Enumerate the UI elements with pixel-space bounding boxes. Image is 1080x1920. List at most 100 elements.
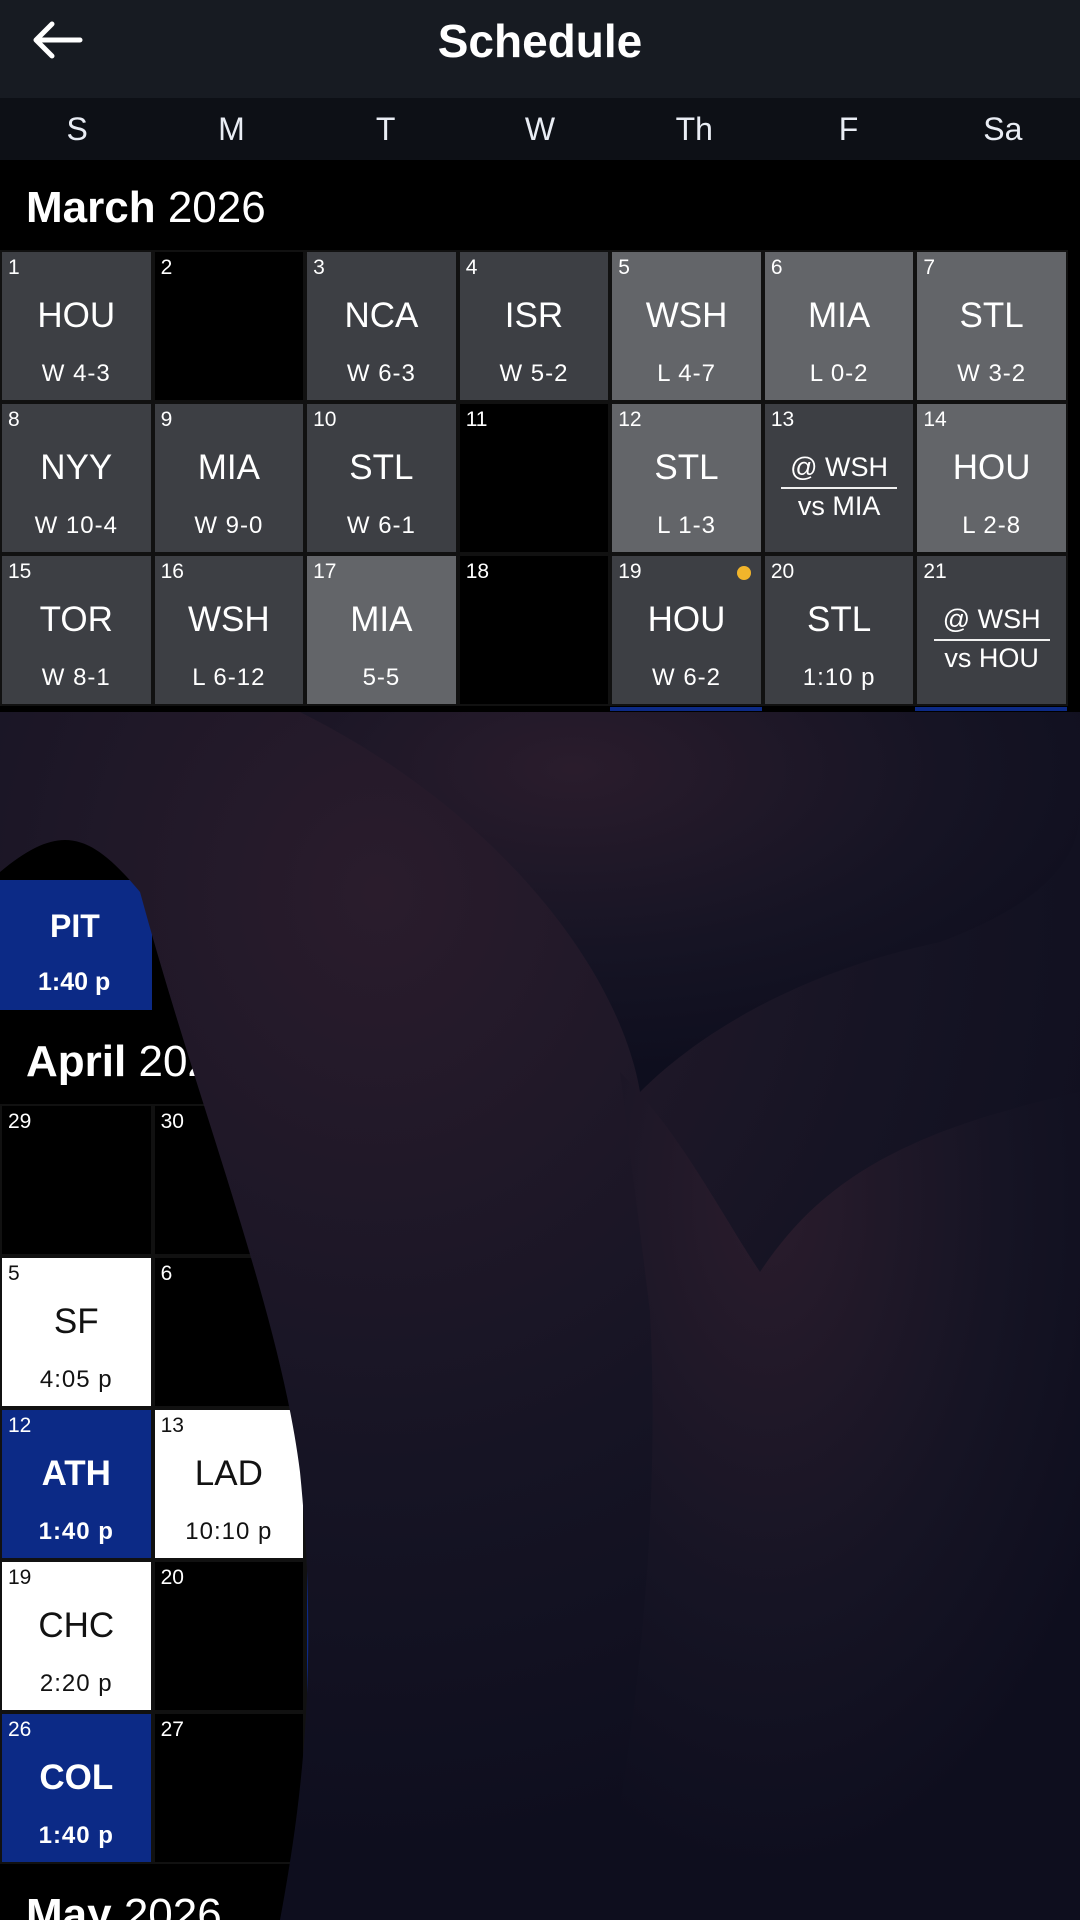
game-cell[interactable]: 17 MIA 5-5: [305, 554, 458, 706]
day-number: 20: [160, 1566, 184, 1589]
day-number: 2: [313, 1566, 325, 1589]
day-number: 11: [465, 408, 488, 431]
calendar-day-cell: [457, 1408, 611, 1560]
opponent-label: TOR: [39, 600, 113, 639]
game-cell[interactable]: 9 MIA W 9-0: [152, 402, 306, 554]
weekday-label: S: [66, 111, 88, 147]
doubleheader: @ WSH vs HOU: [917, 604, 1066, 674]
game-result: L 6-12: [192, 664, 266, 691]
game-cell[interactable]: 6 MIA L 0-2: [762, 250, 916, 402]
app-header: Schedule: [0, 0, 1080, 98]
game-cell[interactable]: 13 LAD 10:10 p: [152, 1408, 306, 1560]
doubleheader: @ WSH vs MIA: [765, 452, 914, 522]
calendar-day-cell: 30: [152, 1104, 306, 1256]
opponent-label: WSH: [188, 600, 270, 639]
opponent-label: SF: [664, 1150, 709, 1189]
game-cell[interactable]: 19 CHC 2:20 p: [0, 1560, 153, 1712]
calendar-day-cell: 6: [152, 1256, 306, 1408]
game-cell[interactable]: 3 SF: [762, 1104, 916, 1256]
game-result: W 9-0: [194, 512, 264, 539]
game-result: W 5-2: [499, 360, 569, 387]
month-year: 2026: [167, 183, 266, 232]
month-name: April: [26, 1037, 127, 1086]
game-cell[interactable]: 12 STL L 1-3: [610, 402, 763, 554]
weekday-label: Sa: [983, 111, 1023, 147]
game-cell[interactable]: 19 HOU W 6-2: [610, 554, 763, 706]
opponent-label: STL: [959, 296, 1024, 335]
calendar-day-cell: 11: [457, 402, 611, 554]
opponent-label: SF: [816, 1150, 862, 1189]
weekday-label: M: [218, 111, 245, 147]
game-cell[interactable]: 3 NCA W 6-3: [305, 250, 458, 402]
opponent-label: WSH: [645, 296, 728, 335]
opponent-label: NYY: [40, 448, 113, 487]
game-cell[interactable]: 13 @ WSH vs MIA: [762, 402, 916, 554]
day-number: 9: [160, 408, 173, 431]
calendar-day-cell: [915, 1712, 1068, 1864]
opponent-label: LAD: [194, 1454, 263, 1493]
day-number: 6: [770, 256, 783, 279]
game-cell[interactable]: 20 STL 1:10 p: [762, 554, 916, 706]
game-cell[interactable]: 5 SF 4:05 p: [0, 1256, 153, 1408]
game-cell[interactable]: 5 WSH L 4-7: [610, 250, 763, 402]
game-cell[interactable]: 4 ISR W 5-2: [457, 250, 611, 402]
game-cell[interactable]: AZ: [610, 1256, 763, 1408]
calendar-day-cell: [915, 1104, 1068, 1256]
game-cell[interactable]: SF 9:45 p: [610, 1104, 763, 1256]
day-number: 19: [618, 560, 642, 583]
day-number: 2: [160, 256, 173, 279]
game-result: W 6-3: [346, 360, 416, 387]
day-number: 28: [313, 1718, 337, 1741]
opponent-label: MIA: [350, 600, 413, 639]
game-cell[interactable]: 1 HOU W 4-3: [0, 250, 153, 402]
opponent-label: STL: [349, 448, 414, 487]
opponent-label: COL: [39, 1758, 114, 1797]
calendar-day-cell: [305, 1408, 458, 1560]
day-number: 20: [770, 560, 795, 583]
opponent-label: HOU: [647, 600, 726, 639]
weekday-label: F: [838, 111, 859, 147]
day-number: 26: [8, 1718, 32, 1741]
calendar-day-cell: 20: [152, 1560, 306, 1712]
game-cell[interactable]: 10 STL W 6-1: [305, 402, 458, 554]
home-indicator-bar: [915, 707, 1067, 711]
opponent-label: HOU: [952, 448, 1031, 487]
game-cell[interactable]: 21 @ WSH vs HOU: [915, 554, 1068, 706]
game-cell[interactable]: 14 HOU L 2-8: [915, 402, 1068, 554]
day-number: 30: [160, 1110, 184, 1133]
game-cell[interactable]: 12 ATH 1:40 p: [0, 1408, 153, 1560]
calendar-day-cell: [457, 1104, 611, 1256]
weekday-label: W: [524, 111, 556, 147]
day-number: 10: [313, 408, 337, 431]
opponent-label: AZ: [663, 1302, 710, 1341]
game-cell[interactable]: 26 COL 1:40 p: [0, 1712, 153, 1864]
opponent-label: MIA: [197, 448, 260, 487]
opponent-label: vs MIA: [797, 491, 881, 521]
weekday-label: T: [375, 111, 396, 147]
day-number: 16: [160, 560, 184, 583]
day-number: 3: [313, 256, 325, 279]
day-number: 18: [465, 560, 490, 583]
game-cell[interactable]: 7 STL W 3-2: [915, 250, 1068, 402]
game-cell[interactable]: 16 WSH L 6-12: [152, 554, 306, 706]
game-cell[interactable]: 8 NYY W 10-4: [0, 402, 153, 554]
calendar-day-cell: 2: [305, 1560, 458, 1712]
opponent-label: vs HOU: [944, 643, 1039, 673]
game-result: W 10-4: [34, 512, 118, 539]
day-number: 21: [923, 560, 947, 583]
calendar-day-cell: 27: [152, 1712, 306, 1864]
game-result: L 4-7: [657, 360, 716, 387]
game-result: L 2-8: [962, 512, 1022, 539]
day-number: 29: [8, 1110, 32, 1133]
game-result: 1:40 p: [38, 1518, 114, 1545]
opponent-label: @ WSH: [933, 604, 1050, 641]
calendar-day-cell: [915, 1560, 1068, 1712]
game-result: 10:10 p: [185, 1518, 273, 1545]
day-number: 19: [8, 1566, 32, 1589]
day-number: 15: [8, 560, 32, 583]
game-cell-pit[interactable]: PIT 1:40 p: [0, 880, 152, 1010]
calendar-day-cell: [610, 1408, 763, 1560]
day-number: 27: [160, 1718, 184, 1741]
day-number: 7: [923, 256, 936, 279]
game-cell[interactable]: 15 TOR W 8-1: [0, 554, 153, 706]
